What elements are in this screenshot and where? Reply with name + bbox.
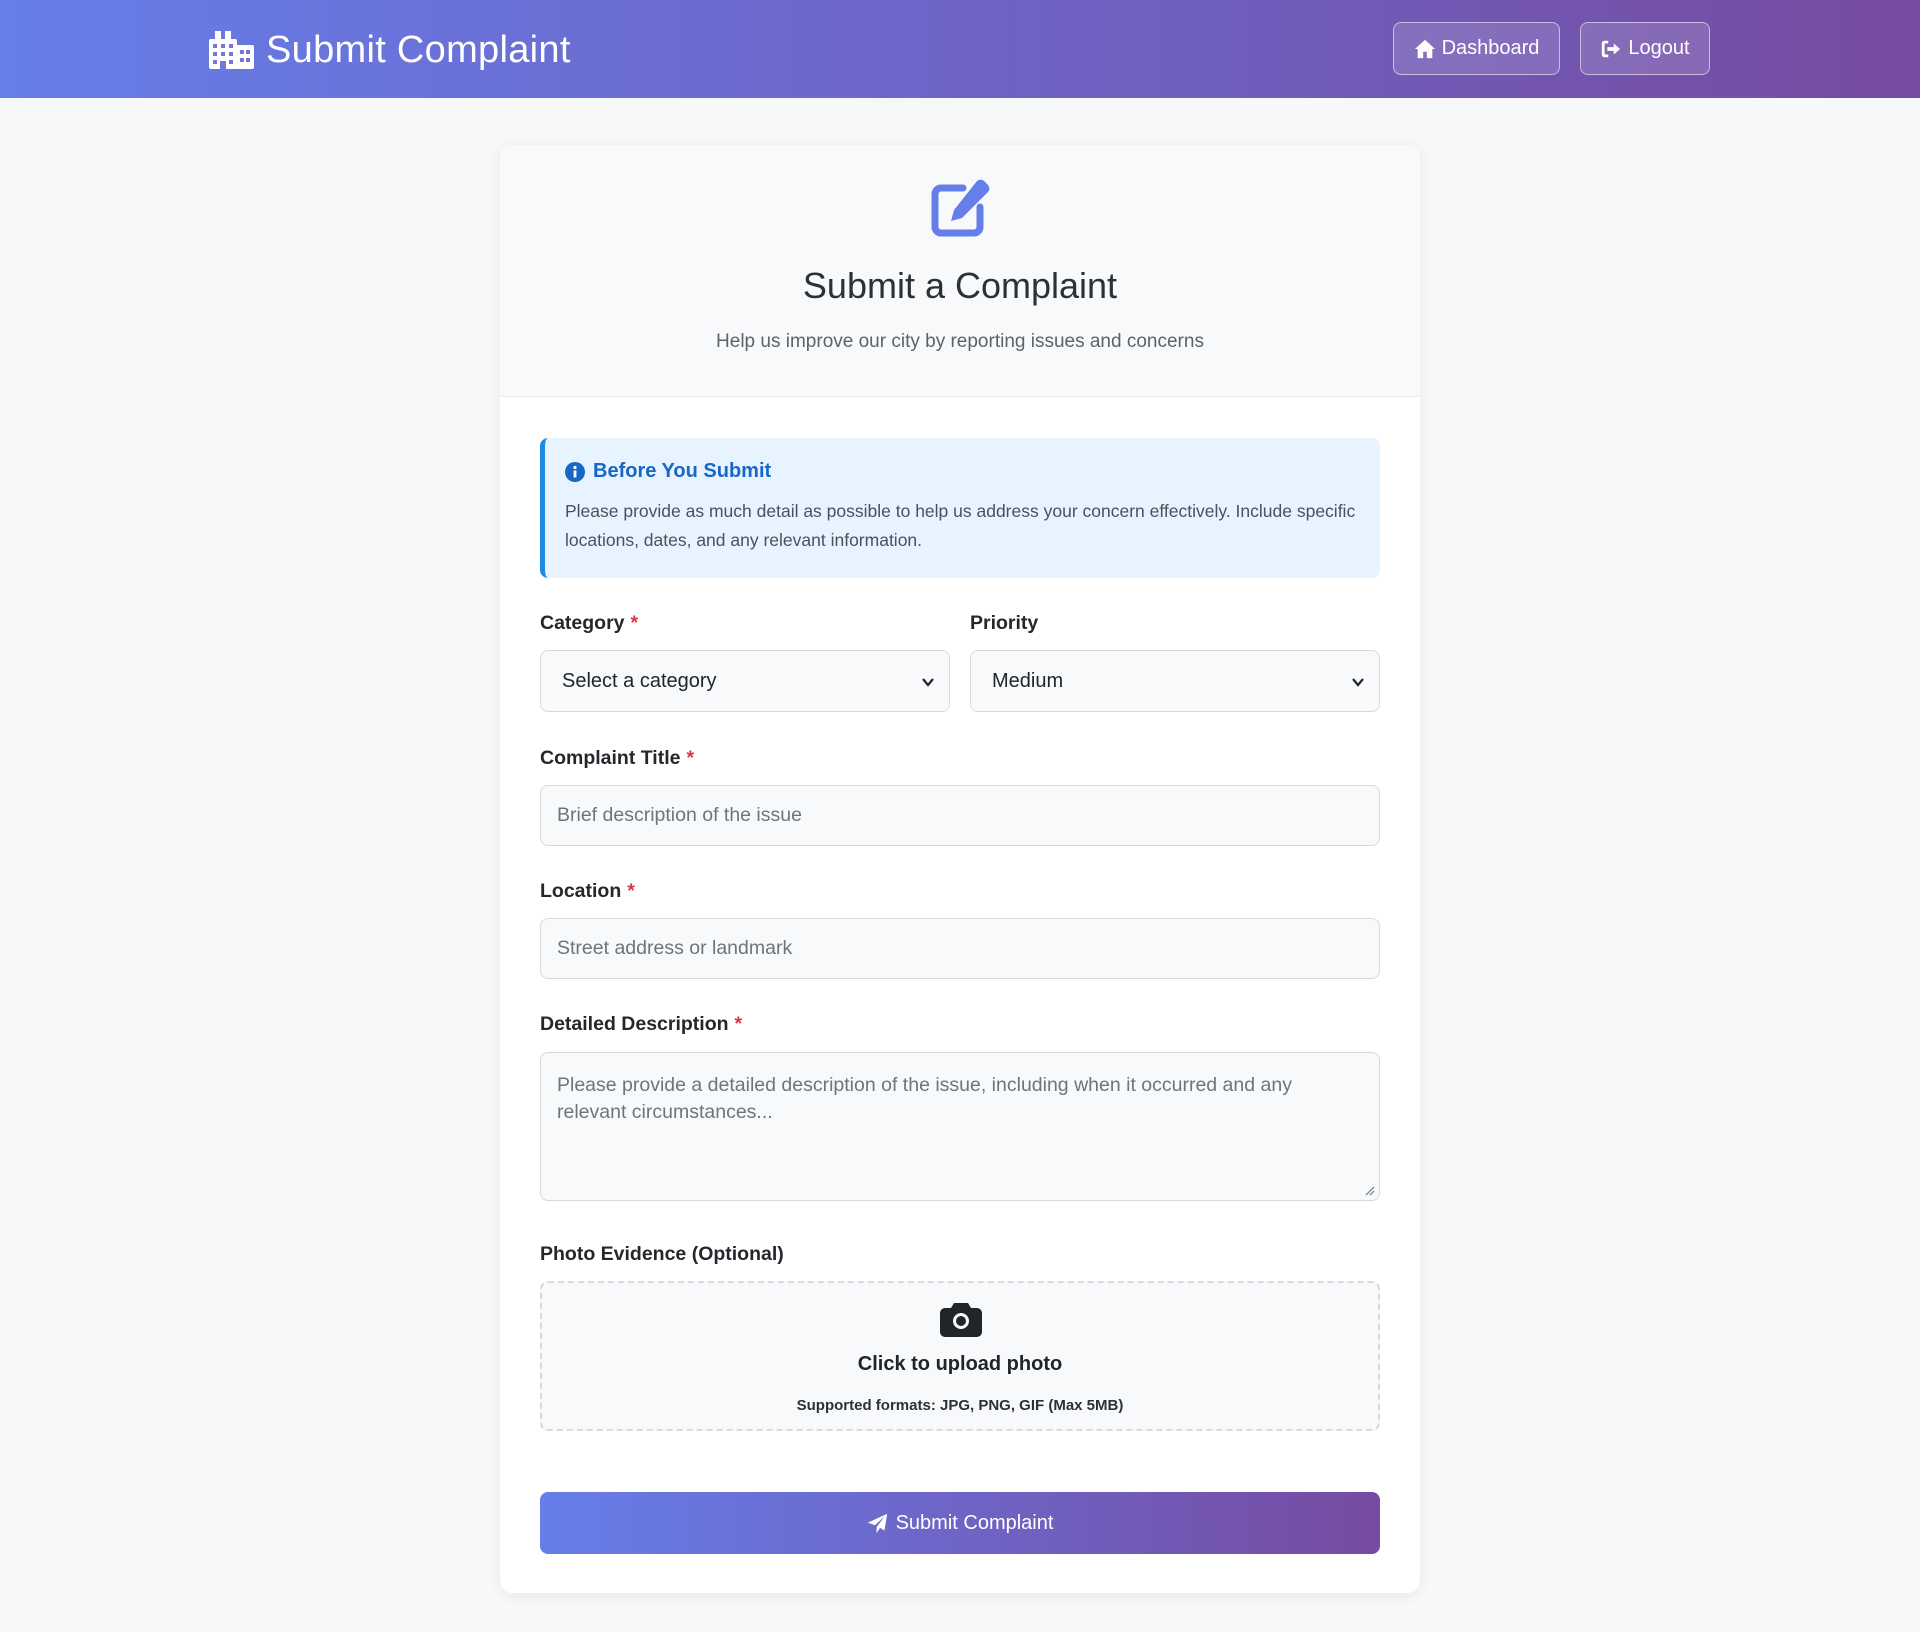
edit-icon	[931, 179, 990, 237]
category-label-text: Category	[540, 612, 625, 634]
info-text: Please provide as much detail as possibl…	[565, 501, 1356, 550]
paper-plane-icon	[867, 1513, 887, 1533]
complaint-title-input[interactable]: Brief description of the issue	[540, 785, 1380, 846]
description-label-text: Detailed Description	[540, 1013, 729, 1035]
location-placeholder: Street address or landmark	[557, 937, 793, 959]
location-label-text: Location	[540, 880, 622, 902]
required-marker: *	[734, 1013, 743, 1035]
camera-icon	[940, 1303, 982, 1337]
logout-button[interactable]: Logout	[1580, 22, 1710, 75]
description-label: Detailed Description *	[540, 1013, 742, 1036]
card-header: Submit a Complaint Help us improve our c…	[500, 145, 1420, 397]
title-label-text: Complaint Title	[540, 747, 681, 769]
photo-upload-dropzone[interactable]: Click to upload photo Supported formats:…	[540, 1281, 1380, 1431]
photo-label-text: Photo Evidence (Optional)	[540, 1243, 784, 1265]
title-label: Complaint Title *	[540, 747, 694, 770]
info-alert: Before You Submit Please provide as much…	[540, 438, 1380, 578]
info-title-row: Before You Submit	[565, 460, 1356, 483]
priority-label: Priority	[970, 612, 1038, 635]
upload-formats: Supported formats: JPG, PNG, GIF (Max 5M…	[796, 1397, 1124, 1414]
photo-label: Photo Evidence (Optional)	[540, 1243, 784, 1266]
category-select[interactable]: Select a category	[540, 650, 950, 712]
title-placeholder: Brief description of the issue	[557, 804, 802, 826]
priority-select[interactable]: Medium	[970, 650, 1380, 712]
category-value: Select a category	[562, 669, 717, 692]
chevron-down-icon	[1352, 678, 1364, 687]
submit-complaint-button[interactable]: Submit Complaint	[540, 1492, 1380, 1554]
required-marker: *	[630, 612, 639, 634]
logout-icon	[1602, 40, 1621, 57]
description-textarea[interactable]: Please provide a detailed description of…	[540, 1052, 1380, 1201]
location-input[interactable]: Street address or landmark	[540, 918, 1380, 979]
brand[interactable]: Submit Complaint	[209, 28, 571, 72]
priority-label-text: Priority	[970, 612, 1039, 634]
form-title: Submit a Complaint	[802, 265, 1118, 306]
complaint-card: Submit a Complaint Help us improve our c…	[500, 145, 1420, 1593]
city-icon	[209, 31, 254, 69]
home-icon	[1414, 39, 1435, 58]
dashboard-button[interactable]: Dashboard	[1393, 22, 1560, 75]
required-marker: *	[686, 747, 695, 769]
chevron-down-icon	[922, 678, 934, 687]
required-marker: *	[627, 880, 635, 902]
form-subtitle: Help us improve our city by reporting is…	[716, 331, 1204, 352]
resize-handle-icon[interactable]	[1363, 1184, 1375, 1196]
logout-label: Logout	[1628, 37, 1690, 59]
location-label: Location *	[540, 880, 635, 903]
info-title: Before You Submit	[593, 460, 772, 482]
category-label: Category *	[540, 612, 638, 635]
app-title: Submit Complaint	[266, 28, 571, 71]
description-placeholder: Please provide a detailed description of…	[557, 1074, 1292, 1123]
info-icon	[565, 461, 585, 482]
upload-cta: Click to upload photo	[857, 1353, 1063, 1375]
priority-value: Medium	[992, 669, 1064, 692]
top-navbar: Submit Complaint Dashboard Logout	[0, 0, 1920, 98]
dashboard-label: Dashboard	[1441, 37, 1540, 59]
submit-label: Submit Complaint	[895, 1511, 1054, 1534]
